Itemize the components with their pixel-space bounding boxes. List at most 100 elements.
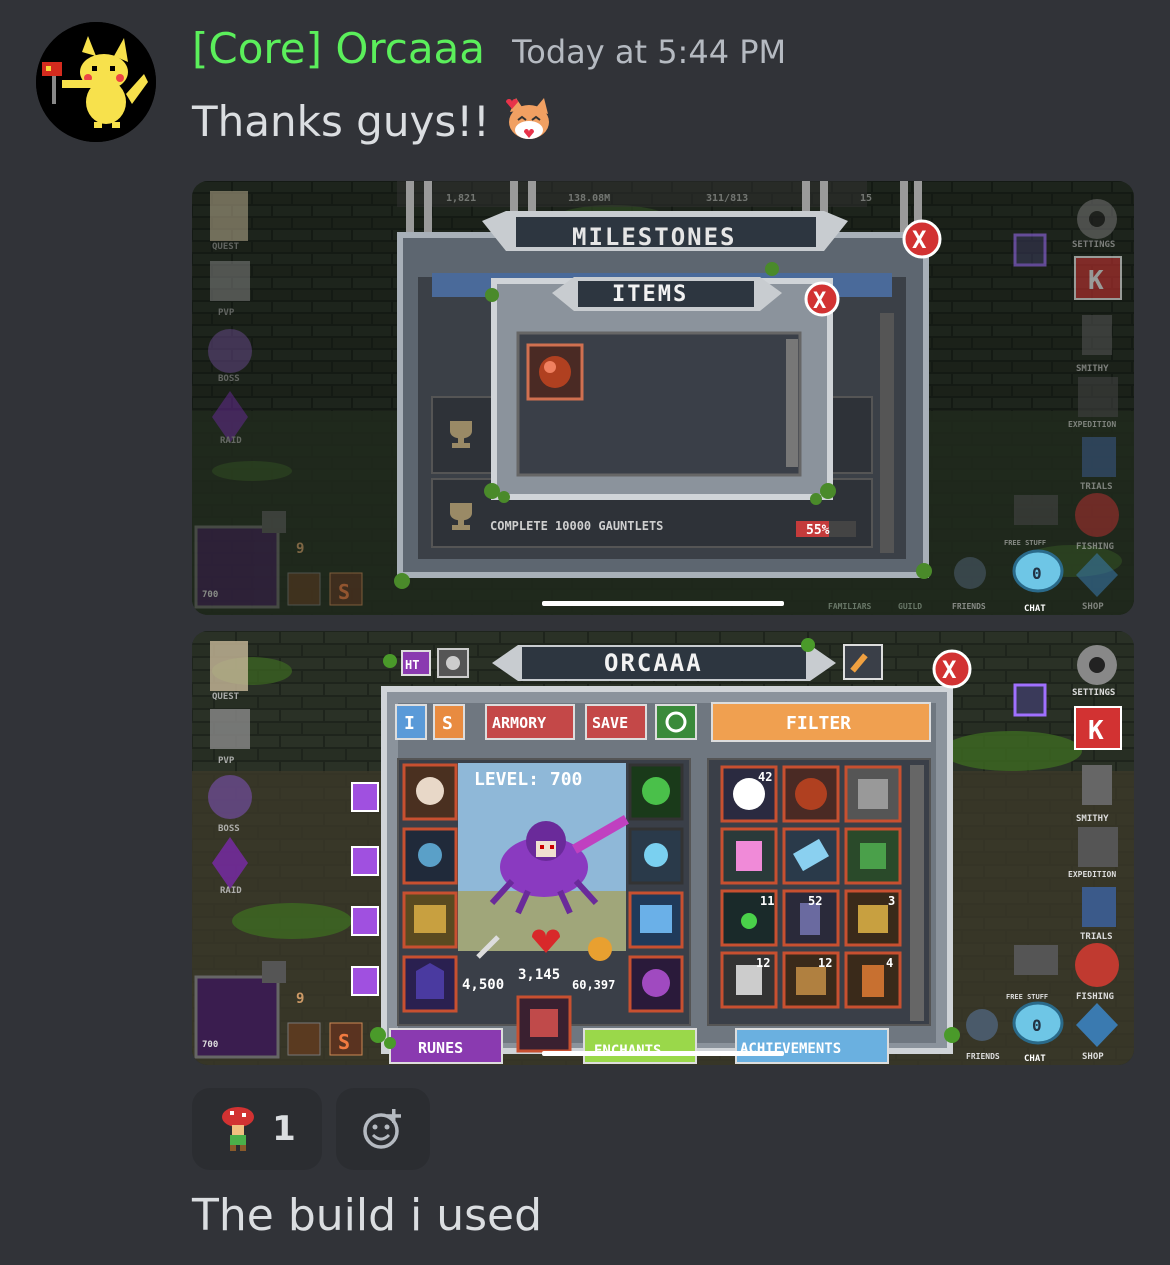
username[interactable]: [Core] Orcaaa: [192, 24, 485, 73]
followup-message: The build i used: [192, 1190, 543, 1241]
item-slot[interactable]: [526, 343, 584, 401]
smithy-icon: [1082, 765, 1112, 805]
item-count: 42: [758, 770, 772, 784]
character-close-button[interactable]: X: [932, 649, 972, 689]
svg-text:ARMORY[interactable]: ARMORY: [492, 714, 546, 732]
milestones-scrollbar: [880, 313, 894, 553]
items-close-button[interactable]: X: [804, 281, 840, 317]
svg-text:S[interactable]: S: [442, 713, 453, 734]
attack-stat: 4,500: [462, 977, 504, 993]
trials-icon: [1082, 437, 1116, 477]
character-level: LEVEL: 700: [474, 769, 582, 790]
free-stuff-icon: [1014, 495, 1058, 525]
ht-button[interactable]: HT: [401, 650, 431, 676]
topbar-gold: 138.08M: [568, 193, 610, 204]
boss-label: BOSS: [218, 824, 240, 834]
boss-label: BOSS: [218, 374, 240, 384]
equip-slot-amulet[interactable]: [402, 827, 458, 885]
item-count: 12: [756, 956, 770, 970]
svg-text:X[interactable]: X: [813, 289, 826, 314]
friends-label: FRIENDS: [952, 602, 986, 611]
boss-icon: [208, 775, 252, 819]
smithy-label: SMITHY: [1076, 814, 1109, 824]
equip-slot-armor[interactable]: [402, 891, 458, 949]
equip-slot-weapon[interactable]: [628, 763, 684, 821]
character-name: ORCAAA: [604, 649, 703, 677]
trials-label: TRIALS: [1080, 932, 1113, 942]
achievements-tab[interactable]: ACHIEVEMENTS: [735, 1028, 889, 1064]
quest-icon: [210, 191, 248, 241]
svg-text:X[interactable]: X: [912, 226, 927, 254]
tab-s[interactable]: S: [433, 704, 465, 740]
milestone-progress-text: 55%: [806, 523, 830, 538]
tab-i[interactable]: I: [395, 704, 427, 740]
svg-text:SAVE[interactable]: SAVE: [592, 714, 628, 732]
inventory-scrollbar: [910, 765, 924, 1021]
pet-button[interactable]: [437, 648, 469, 678]
shop-label: SHOP: [1082, 1052, 1104, 1062]
free-stuff-label: FREE STUFF: [1004, 539, 1046, 547]
item-count: 52: [808, 894, 822, 908]
speed-icon: [588, 937, 612, 961]
equip-slot-cape[interactable]: [402, 955, 458, 1013]
free-stuff-label: FREE STUFF: [1006, 993, 1048, 1001]
trophy-icon: [450, 421, 472, 448]
screenshot-character[interactable]: QUEST PVP BOSS RAID 700 9 S SETTINGS K S…: [192, 631, 1134, 1065]
mushroom-character-emoji-icon: [222, 1107, 255, 1151]
pvp-icon: [210, 709, 250, 749]
expedition-icon: [1078, 377, 1118, 417]
smithy-icon: [1082, 315, 1112, 355]
familiars-label: FAMILIARS: [828, 602, 872, 611]
item-count: 12: [818, 956, 832, 970]
message-header: [Core] Orcaaa Today at 5:44 PM: [192, 24, 786, 80]
equip-slot-offhand[interactable]: [628, 891, 684, 949]
boss-icon: [208, 329, 252, 373]
equip-slot-boots[interactable]: [516, 995, 572, 1053]
screenshot-milestones[interactable]: QUEST PVP BOSS RAID 700 9 S SETTINGS K S…: [192, 181, 1134, 615]
friends-icon: [966, 1009, 998, 1041]
shop-label: SHOP: [1082, 602, 1104, 612]
home-indicator: [542, 601, 784, 606]
save-button[interactable]: SAVE: [585, 704, 647, 740]
free-stuff-icon: [1014, 945, 1058, 975]
svg-text:FILTER[interactable]: FILTER: [786, 713, 851, 734]
trials-label: TRIALS: [1080, 482, 1113, 492]
s-badge: S: [338, 580, 350, 604]
items-title: ITEMS: [612, 282, 688, 307]
equip-slot-helmet[interactable]: [402, 763, 458, 821]
milestones-title: MILESTONES: [572, 223, 737, 251]
equip-slot-ring[interactable]: [628, 827, 684, 885]
expedition-label: EXPEDITION: [1068, 420, 1116, 429]
svg-text:X[interactable]: X: [942, 656, 957, 684]
runes-tab[interactable]: RUNES: [389, 1028, 503, 1064]
svg-text:RUNES[interactable]: RUNES: [418, 1039, 463, 1057]
user-avatar[interactable]: [36, 22, 156, 142]
armory-button[interactable]: ARMORY: [485, 704, 575, 740]
milestones-close-button[interactable]: X: [902, 219, 942, 259]
add-emoji-icon: [363, 1109, 401, 1149]
speed-stat: 60,397: [572, 978, 615, 992]
reaction-pill[interactable]: 1: [192, 1088, 322, 1170]
trials-icon: [1082, 887, 1116, 927]
svg-text:0[interactable]: 0: [1032, 564, 1042, 583]
chat-label[interactable]: CHAT: [1024, 1054, 1046, 1064]
refresh-button[interactable]: [655, 704, 697, 740]
fishing-icon: [1075, 943, 1119, 987]
svg-text:0[interactable]: 0: [1032, 1016, 1042, 1035]
filter-button[interactable]: FILTER: [711, 702, 931, 742]
enchants-tab[interactable]: ENCHANTS: [583, 1028, 697, 1064]
add-reaction-button[interactable]: [336, 1088, 430, 1170]
friends-icon: [954, 557, 986, 589]
svg-text:I[interactable]: I: [404, 713, 415, 734]
equip-slot-pet[interactable]: [628, 955, 684, 1013]
svg-text:HT[interactable]: HT: [405, 658, 419, 672]
chat-label[interactable]: CHAT: [1024, 604, 1046, 614]
home-indicator: [542, 1051, 784, 1056]
raid-label: RAID: [220, 886, 242, 896]
pvp-label: PVP: [218, 756, 235, 766]
item-count: 4: [886, 956, 893, 970]
reaction-count: 1: [272, 1109, 296, 1149]
edit-name-button[interactable]: [843, 644, 883, 680]
item-count: 11: [760, 894, 774, 908]
item-count: 3: [888, 894, 895, 908]
